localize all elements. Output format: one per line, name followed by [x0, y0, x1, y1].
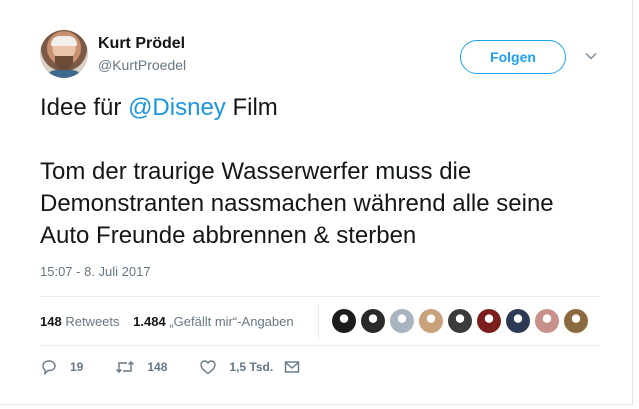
chevron-down-icon[interactable]	[584, 49, 598, 63]
liker-avatar[interactable]	[390, 309, 414, 333]
direct-message-button[interactable]	[283, 358, 313, 376]
liker-avatar[interactable]	[361, 309, 385, 333]
follow-button[interactable]: Folgen	[460, 40, 566, 74]
tweet-line-1: Idee für @Disney Film	[40, 94, 278, 121]
envelope-icon	[284, 361, 300, 373]
tweet-actions: 19 148 1,5 Tsd.	[40, 358, 345, 376]
retweet-count: 148	[147, 360, 168, 374]
retweet-icon	[116, 361, 135, 373]
liker-avatar[interactable]	[535, 309, 559, 333]
liker-avatar[interactable]	[448, 309, 472, 333]
author-avatar[interactable]	[40, 30, 88, 78]
reply-count: 19	[70, 360, 84, 374]
reply-button[interactable]: 19	[40, 358, 83, 376]
author-name[interactable]: Kurt Prödel	[98, 35, 185, 53]
liker-avatar[interactable]	[332, 309, 356, 333]
retweet-button[interactable]: 148	[115, 358, 167, 376]
tweet-text: Idee für @Disney Film Tom der traurige W…	[40, 92, 600, 252]
likes-stat[interactable]: 1.484 „Gefällt mir“-Angaben	[133, 314, 293, 329]
like-count: 1,5 Tsd.	[229, 360, 274, 374]
tweet-body: Tom der traurige Wasserwerfer muss die D…	[40, 158, 554, 249]
heart-icon	[200, 360, 217, 375]
tweet-card: Kurt Prödel @KurtProedel Folgen Idee für…	[0, 0, 633, 405]
liker-avatar[interactable]	[506, 309, 530, 333]
liker-avatar[interactable]	[419, 309, 443, 333]
divider	[40, 296, 600, 297]
author-handle[interactable]: @KurtProedel	[98, 57, 186, 73]
liker-avatar[interactable]	[564, 309, 588, 333]
reply-icon	[42, 360, 56, 376]
tweet-timestamp[interactable]: 15:07 - 8. Juli 2017	[40, 264, 151, 279]
liker-avatar[interactable]	[477, 309, 501, 333]
like-button[interactable]: 1,5 Tsd.	[199, 358, 273, 376]
liker-avatars	[332, 309, 588, 333]
mention-link[interactable]: @Disney	[128, 94, 226, 121]
retweets-stat[interactable]: 148 Retweets	[40, 314, 120, 329]
tweet-stats: 148 Retweets 1.484 „Gefällt mir“-Angaben	[40, 314, 294, 329]
divider	[40, 345, 600, 346]
divider	[318, 304, 319, 338]
